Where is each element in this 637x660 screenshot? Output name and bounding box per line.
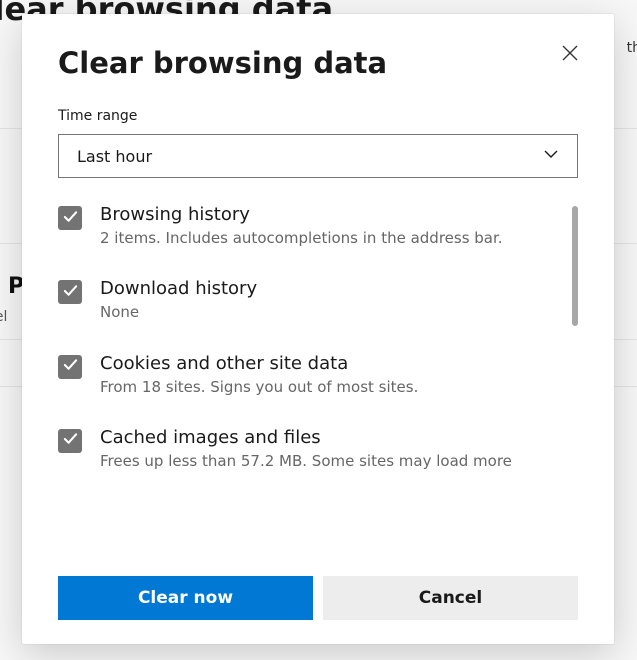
check-icon bbox=[63, 209, 78, 228]
option-cached: Cached images and files Frees up less th… bbox=[58, 427, 578, 471]
option-download-history: Download history None bbox=[58, 278, 578, 322]
option-label: Cookies and other site data bbox=[100, 353, 550, 374]
check-icon bbox=[63, 431, 78, 450]
option-description: 2 items. Includes autocompletions in the… bbox=[100, 228, 550, 248]
option-label: Browsing history bbox=[100, 204, 550, 225]
check-icon bbox=[63, 283, 78, 302]
time-range-select[interactable]: Last hour bbox=[58, 134, 578, 178]
options-list: Browsing history 2 items. Includes autoc… bbox=[58, 204, 578, 570]
option-browsing-history: Browsing history 2 items. Includes autoc… bbox=[58, 204, 578, 248]
check-icon bbox=[63, 357, 78, 376]
option-label: Download history bbox=[100, 278, 550, 299]
cancel-button[interactable]: Cancel bbox=[323, 576, 578, 620]
close-icon bbox=[562, 45, 578, 64]
checkbox-browsing-history[interactable] bbox=[58, 206, 82, 230]
close-button[interactable] bbox=[554, 38, 586, 70]
option-description: From 18 sites. Signs you out of most sit… bbox=[100, 377, 550, 397]
scrollbar-thumb[interactable] bbox=[572, 206, 578, 326]
dialog-buttons: Clear now Cancel bbox=[58, 576, 578, 620]
clear-browsing-data-dialog: Clear browsing data Time range Last hour… bbox=[22, 14, 614, 644]
time-range-label: Time range bbox=[58, 108, 578, 124]
bg-text-right: th bbox=[627, 28, 637, 56]
chevron-down-icon bbox=[543, 146, 559, 166]
time-range-value: Last hour bbox=[77, 147, 152, 166]
checkbox-cookies[interactable] bbox=[58, 355, 82, 379]
checkbox-download-history[interactable] bbox=[58, 280, 82, 304]
option-description: Frees up less than 57.2 MB. Some sites m… bbox=[100, 451, 550, 471]
option-label: Cached images and files bbox=[100, 427, 550, 448]
checkbox-cached[interactable] bbox=[58, 429, 82, 453]
clear-now-button[interactable]: Clear now bbox=[58, 576, 313, 620]
option-description: None bbox=[100, 302, 550, 322]
option-cookies: Cookies and other site data From 18 site… bbox=[58, 353, 578, 397]
dialog-title: Clear browsing data bbox=[58, 46, 578, 80]
